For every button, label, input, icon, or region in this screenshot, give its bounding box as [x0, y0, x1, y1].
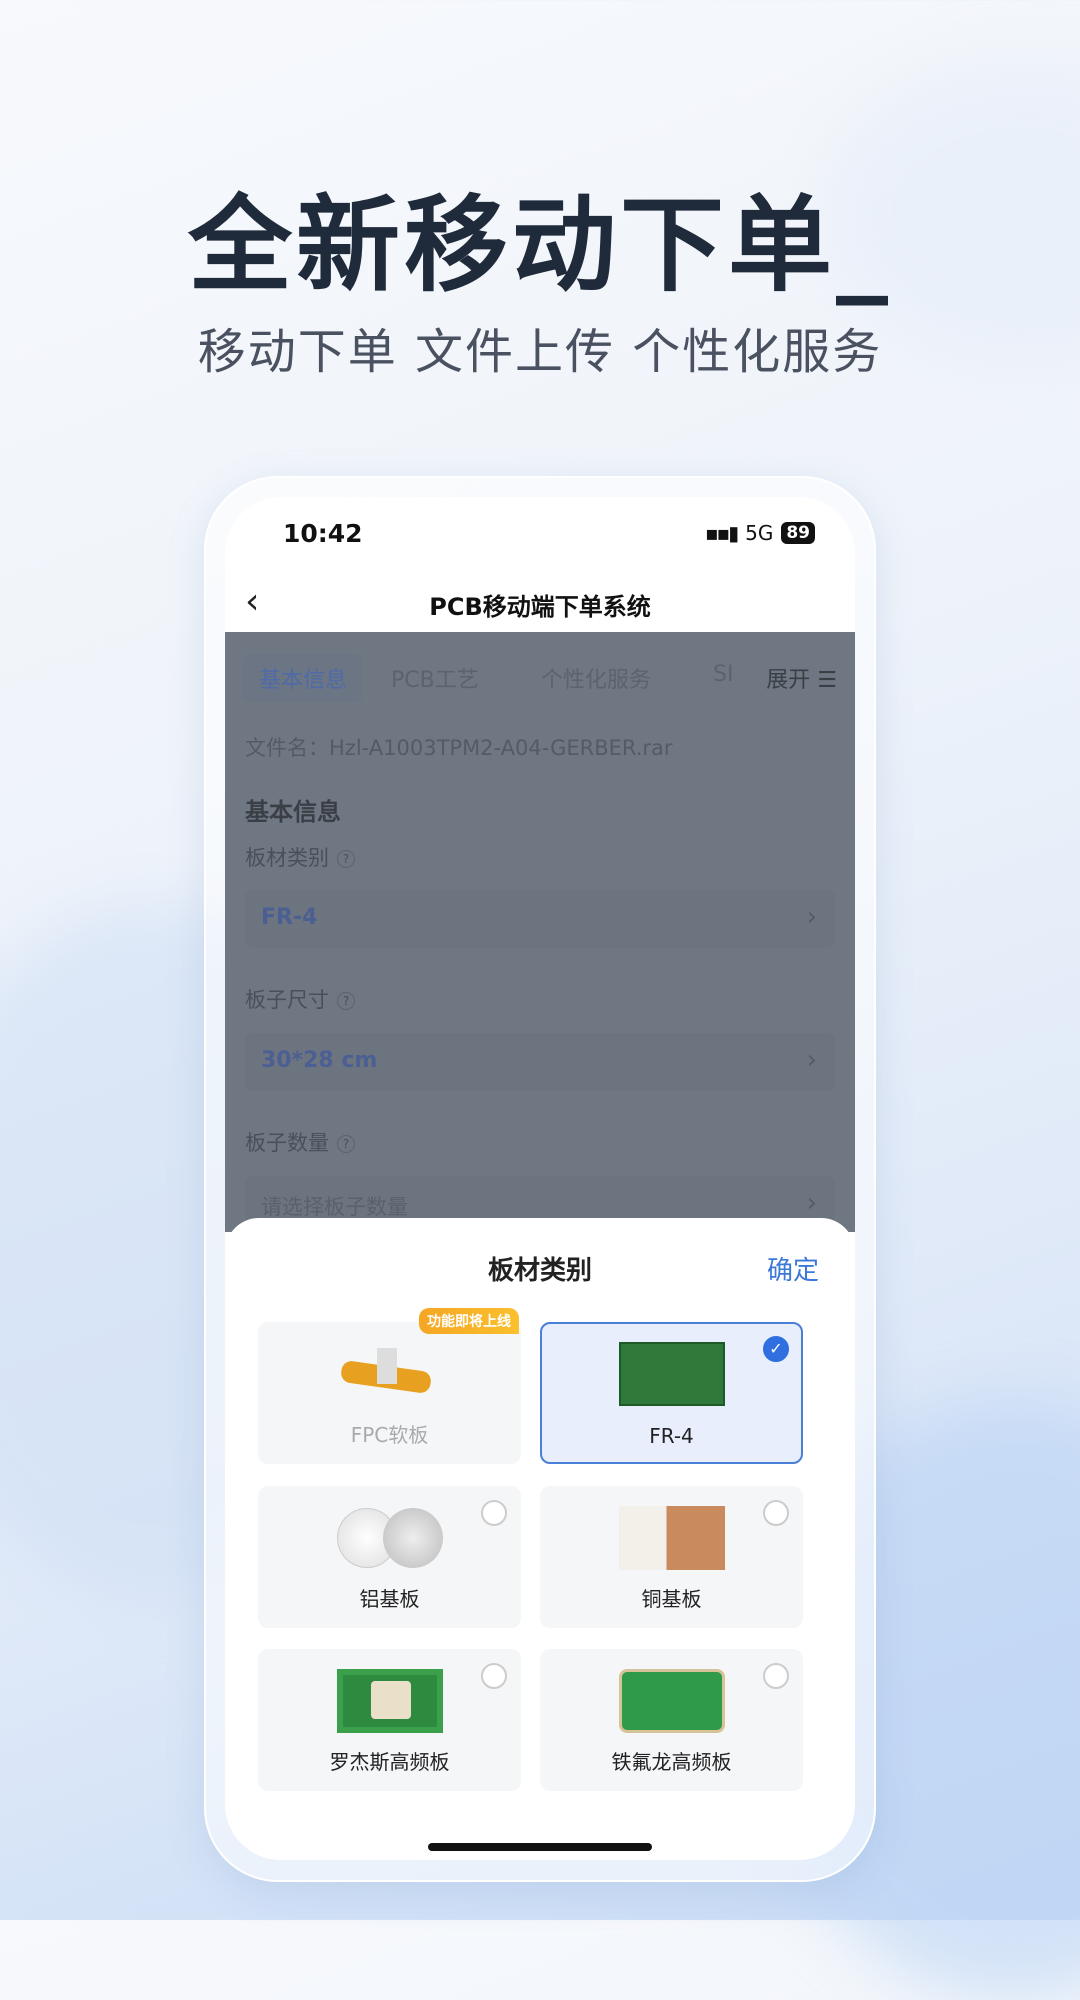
status-bar-right: ▪▪▮ 5G 89: [705, 521, 815, 545]
page-title: PCB移动端下单系统: [429, 593, 651, 621]
option-label: 罗杰斯高频板: [329, 1750, 450, 1774]
tab-personalized-service[interactable]: 个性化服务: [525, 654, 667, 702]
radio-icon: [763, 1500, 789, 1526]
label-text: 板子尺寸: [245, 988, 329, 1012]
quantity-placeholder: 请选择板子数量: [261, 1195, 408, 1219]
option-teflon[interactable]: 铁氟龙高频板: [540, 1649, 803, 1791]
field-label-size: 板子尺寸?: [245, 984, 355, 1014]
option-aluminum[interactable]: 铝基板: [258, 1486, 521, 1628]
checked-icon: ✓: [763, 1336, 789, 1362]
tab-basic-info[interactable]: 基本信息: [243, 654, 364, 702]
help-icon[interactable]: ?: [337, 992, 355, 1010]
expand-tabs-button[interactable]: 展开 ☰: [756, 662, 837, 694]
option-fr4[interactable]: ✓ FR-4: [540, 1322, 803, 1464]
option-label: FR-4: [649, 1424, 694, 1448]
field-label-material: 板材类别?: [245, 842, 355, 872]
size-select[interactable]: 30*28 cm ›: [245, 1033, 835, 1091]
option-label: FPC软板: [350, 1423, 429, 1447]
teflon-board-image: [618, 1669, 725, 1733]
help-icon[interactable]: ?: [337, 1135, 355, 1153]
material-value: FR-4: [261, 905, 318, 930]
option-label: 铁氟龙高频板: [611, 1750, 732, 1774]
battery-icon: 89: [781, 522, 815, 544]
option-rogers[interactable]: 罗杰斯高频板: [258, 1649, 521, 1791]
status-time: 10:42: [283, 519, 363, 548]
option-copper[interactable]: 铜基板: [540, 1486, 803, 1628]
fpc-image: [337, 1342, 443, 1406]
form-dimmed[interactable]: 基本信息 PCB工艺 个性化服务 SI 展开 ☰ 文件名：Hzl-A1003TP…: [225, 632, 855, 1234]
section-title: 基本信息: [245, 798, 341, 826]
confirm-button[interactable]: 确定: [767, 1250, 819, 1287]
material-select[interactable]: FR-4 ›: [245, 890, 835, 948]
radio-icon: [763, 1663, 789, 1689]
radio-icon: [481, 1663, 507, 1689]
file-name: 文件名：Hzl-A1003TPM2-A04-GERBER.rar: [245, 736, 673, 760]
network-label: 5G: [745, 521, 774, 545]
copper-board-image: [618, 1506, 725, 1570]
option-label: 铜基板: [641, 1587, 702, 1611]
chevron-right-icon: ›: [806, 902, 817, 932]
sheet-title: 板材类别: [487, 1256, 592, 1286]
home-indicator: [428, 1843, 652, 1851]
size-value: 30*28 cm: [261, 1048, 378, 1073]
field-label-quantity: 板子数量?: [245, 1127, 355, 1157]
option-label: 铝基板: [359, 1587, 420, 1611]
signal-icon: ▪▪▮: [704, 521, 739, 545]
nav-bar: ‹ PCB移动端下单系统: [225, 577, 855, 632]
chevron-right-icon: ›: [806, 1045, 817, 1075]
tab-pcb-process[interactable]: PCB工艺: [375, 654, 495, 702]
label-text: 板材类别: [245, 846, 329, 870]
help-icon[interactable]: ?: [337, 850, 355, 868]
phone-screen: 10:42 ▪▪▮ 5G 89 ‹ PCB移动端下单系统 基本信息 PCB工艺 …: [225, 497, 855, 1860]
material-picker-sheet: 板材类别 确定 功能即将上线 FPC软板 ✓ FR-4 铝基板 铜基板 罗杰斯高…: [225, 1218, 855, 1860]
radio-icon: [481, 1500, 507, 1526]
option-fpc[interactable]: 功能即将上线 FPC软板: [258, 1308, 521, 1464]
tab-si[interactable]: SI: [697, 654, 749, 695]
hero-title: 全新移动下单_: [187, 184, 892, 306]
rogers-board-image: [336, 1669, 443, 1733]
chevron-right-icon: ›: [806, 1188, 817, 1218]
label-text: 板子数量: [245, 1131, 329, 1155]
aluminum-board-image: [336, 1506, 443, 1570]
hero-subtitle: 移动下单 文件上传 个性化服务: [197, 324, 883, 380]
coming-soon-badge: 功能即将上线: [419, 1308, 519, 1334]
fr4-board-image: [618, 1342, 725, 1406]
